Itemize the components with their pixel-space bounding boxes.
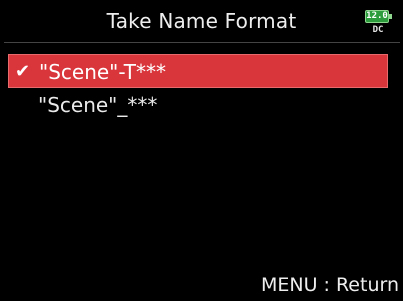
option-label: "Scene"-T***	[39, 60, 166, 84]
battery-voltage: 12.0	[366, 11, 388, 21]
check-icon: ✔	[15, 61, 31, 82]
power-source-label: DC	[372, 25, 384, 35]
page-title: Take Name Format	[106, 9, 297, 33]
header-bar: Take Name Format 12.0 DC	[0, 0, 403, 44]
option-scene-underscore[interactable]: "Scene"_***	[8, 88, 388, 122]
format-option-list: ✔ "Scene"-T*** "Scene"_***	[8, 54, 388, 122]
option-label: "Scene"_***	[38, 93, 158, 117]
option-scene-t[interactable]: ✔ "Scene"-T***	[8, 54, 388, 88]
header-divider	[4, 42, 400, 43]
battery-tip	[389, 14, 392, 19]
menu-return-hint[interactable]: MENU : Return	[261, 274, 399, 296]
take-name-format-screen: Take Name Format 12.0 DC ✔ "Scene"-T*** …	[0, 0, 403, 301]
battery-icon: 12.0 DC	[365, 10, 393, 40]
